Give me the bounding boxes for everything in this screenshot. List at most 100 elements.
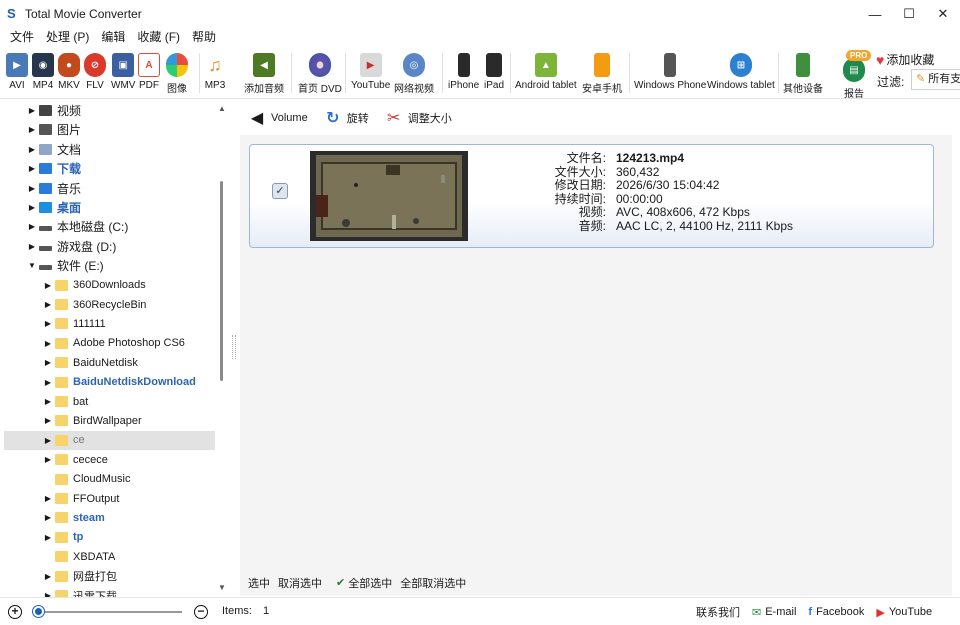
tree-item[interactable]: ▶ 360RecycleBin	[4, 295, 215, 314]
expand-arrow-icon[interactable]: ▶	[44, 416, 52, 425]
zoom-slider-knob[interactable]	[33, 606, 44, 617]
toolbar-mp4-button[interactable]: ◉ MP4	[32, 53, 54, 91]
tree-item[interactable]: ▶ BaiduNetdisk	[4, 353, 215, 372]
panel-splitter[interactable]	[232, 335, 236, 359]
expand-arrow-icon[interactable]: ▶	[44, 513, 52, 522]
tree-item[interactable]: ▶ 桌面	[4, 198, 215, 217]
expand-arrow-icon[interactable]: ▶	[28, 125, 36, 134]
tree-item[interactable]: ▶ 游戏盘 (D:)	[4, 237, 215, 256]
expand-arrow-icon[interactable]: ▶	[44, 533, 52, 542]
toolbar-report-button[interactable]: ▤ 报告	[843, 58, 865, 100]
filter-dropdown[interactable]: ✎ 所有支持的文件	[911, 69, 960, 90]
expand-arrow-icon[interactable]: ▶	[44, 397, 52, 406]
expand-arrow-icon[interactable]: ▶	[28, 222, 36, 231]
tree-item[interactable]: ▶ 图片	[4, 120, 215, 139]
tree-item[interactable]: ▶ 360Downloads	[4, 276, 215, 295]
deselect-button[interactable]: 取消选中	[278, 575, 322, 591]
maximize-button[interactable]: ☐	[892, 0, 926, 28]
tree-item[interactable]: ▶ 111111	[4, 314, 215, 333]
tree-item[interactable]: ▶ BaiduNetdiskDownload	[4, 373, 215, 392]
scroll-up-icon[interactable]: ▲	[218, 104, 226, 113]
expand-arrow-icon[interactable]: ▶	[28, 203, 36, 212]
expand-arrow-icon[interactable]: ▶	[28, 184, 36, 193]
expand-arrow-icon[interactable]: ▶	[44, 281, 52, 290]
expand-arrow-icon[interactable]: ▶	[44, 436, 52, 445]
toolbar-other-device-button[interactable]: 其他设备	[783, 53, 823, 95]
facebook-link[interactable]: Facebook	[816, 606, 864, 618]
toolbar-add-audio-button[interactable]: ◀ 添加音频	[244, 53, 284, 95]
tree-item[interactable]: ▶ Adobe Photoshop CS6	[4, 334, 215, 353]
rotate-button[interactable]: ↻ 旋转	[324, 108, 369, 128]
zoom-slider[interactable]	[36, 611, 182, 613]
expand-arrow-icon[interactable]: ▶	[44, 358, 52, 367]
deselect-all-button[interactable]: 全部取消选中	[400, 575, 466, 591]
select-all-button[interactable]: 全部选中	[348, 575, 392, 591]
toolbar-youtube-button[interactable]: ▶ YouTube	[351, 53, 390, 91]
collapse-arrow-icon[interactable]: ▼	[28, 261, 36, 270]
volume-button[interactable]: ◀ Volume	[248, 108, 308, 128]
scroll-down-icon[interactable]: ▼	[218, 583, 226, 592]
tree-item[interactable]: ▼ 软件 (E:)	[4, 256, 215, 275]
toolbar-mp3-button[interactable]: ♫ MP3	[204, 53, 226, 91]
file-checkbox[interactable]: ✓	[272, 183, 288, 199]
toolbar-windows-phone-button[interactable]: Windows Phone	[634, 53, 706, 91]
menu-help[interactable]: 帮助	[186, 28, 222, 46]
expand-arrow-icon[interactable]: ▶	[28, 106, 36, 115]
toolbar-android-tablet-button[interactable]: ▲ Android tablet	[515, 53, 577, 91]
select-button[interactable]: 选中	[248, 575, 270, 591]
toolbar-flv-button[interactable]: ⊘ FLV	[84, 53, 106, 91]
expand-arrow-icon[interactable]: ▶	[44, 319, 52, 328]
toolbar-web-video-button[interactable]: ◎ 网络视频	[394, 53, 434, 95]
tree-item[interactable]: ▶ BirdWallpaper	[4, 411, 215, 430]
toolbar-windows-tablet-button[interactable]: ⊞ Windows tablet	[707, 53, 775, 91]
toolbar-avi-button[interactable]: ▶ AVI	[6, 53, 28, 91]
expand-arrow-icon[interactable]: ▶	[44, 455, 52, 464]
menu-edit[interactable]: 编辑	[95, 28, 131, 46]
toolbar-ipad-button[interactable]: iPad	[484, 53, 504, 91]
expand-arrow-icon[interactable]: ▶	[28, 164, 36, 173]
tree-item[interactable]: ▶ cecece	[4, 450, 215, 469]
tree-item[interactable]: ▶ 网盘打包	[4, 567, 215, 586]
file-card[interactable]: ✓ 文件名: 124213.mp4 文件大小: 360,432 修改日期: 2026/6/…	[249, 144, 934, 248]
tree-item[interactable]: ▶ ce	[4, 430, 215, 450]
toolbar-image-button[interactable]: 图像	[166, 53, 188, 95]
toolbar-mkv-button[interactable]: ● MKV	[58, 53, 80, 91]
scroll-thumb[interactable]	[220, 181, 223, 381]
tree-scrollbar[interactable]: ▲ ▼	[215, 101, 228, 597]
tree-item[interactable]: ▶ 音乐	[4, 179, 215, 198]
minimize-button[interactable]: —	[858, 0, 892, 28]
contact-link[interactable]: 联系我们	[696, 604, 740, 620]
zoom-out-button[interactable]: −	[194, 605, 208, 619]
tree-item[interactable]: ▶ 迅雷下载	[4, 586, 215, 597]
expand-arrow-icon[interactable]: ▶	[44, 300, 52, 309]
tree-item[interactable]: ▶ 本地磁盘 (C:)	[4, 217, 215, 236]
expand-arrow-icon[interactable]: ▶	[44, 494, 52, 503]
tree-item[interactable]: ▶ 文档	[4, 140, 215, 159]
menu-process[interactable]: 处理 (P)	[40, 28, 95, 46]
tree-item[interactable]: ▶ FFOutput	[4, 489, 215, 508]
toolbar-dvd-button[interactable]: 首页 DVD	[298, 53, 342, 95]
zoom-in-button[interactable]: +	[8, 605, 22, 619]
tree-item[interactable]: ▶ 下载	[4, 159, 215, 178]
toolbar-iphone-button[interactable]: iPhone	[448, 53, 479, 91]
toolbar-pdf-button[interactable]: A PDF	[138, 53, 160, 91]
tree-item[interactable]: XBDATA	[4, 547, 215, 566]
tree-item[interactable]: ▶ tp	[4, 528, 215, 547]
youtube-link[interactable]: YouTube	[889, 606, 932, 618]
tree-item[interactable]: ▶ bat	[4, 392, 215, 411]
tree-item[interactable]: ▶ 视频	[4, 101, 215, 120]
menu-favorites[interactable]: 收藏 (F)	[131, 28, 186, 46]
expand-arrow-icon[interactable]: ▶	[44, 339, 52, 348]
expand-arrow-icon[interactable]: ▶	[28, 242, 36, 251]
resize-button[interactable]: ✂ 调整大小	[385, 108, 452, 128]
toolbar-wmv-button[interactable]: ▣ WMV	[111, 53, 135, 91]
expand-arrow-icon[interactable]: ▶	[28, 145, 36, 154]
expand-arrow-icon[interactable]: ▶	[44, 378, 52, 387]
add-favorite-button[interactable]: ♥ 添加收藏	[876, 51, 934, 68]
close-button[interactable]: ✕	[926, 0, 960, 28]
expand-arrow-icon[interactable]: ▶	[44, 572, 52, 581]
email-link[interactable]: E-mail	[765, 606, 796, 618]
tree-item[interactable]: ▶ steam	[4, 508, 215, 527]
tree-item[interactable]: CloudMusic	[4, 470, 215, 489]
menu-file[interactable]: 文件	[4, 28, 40, 46]
